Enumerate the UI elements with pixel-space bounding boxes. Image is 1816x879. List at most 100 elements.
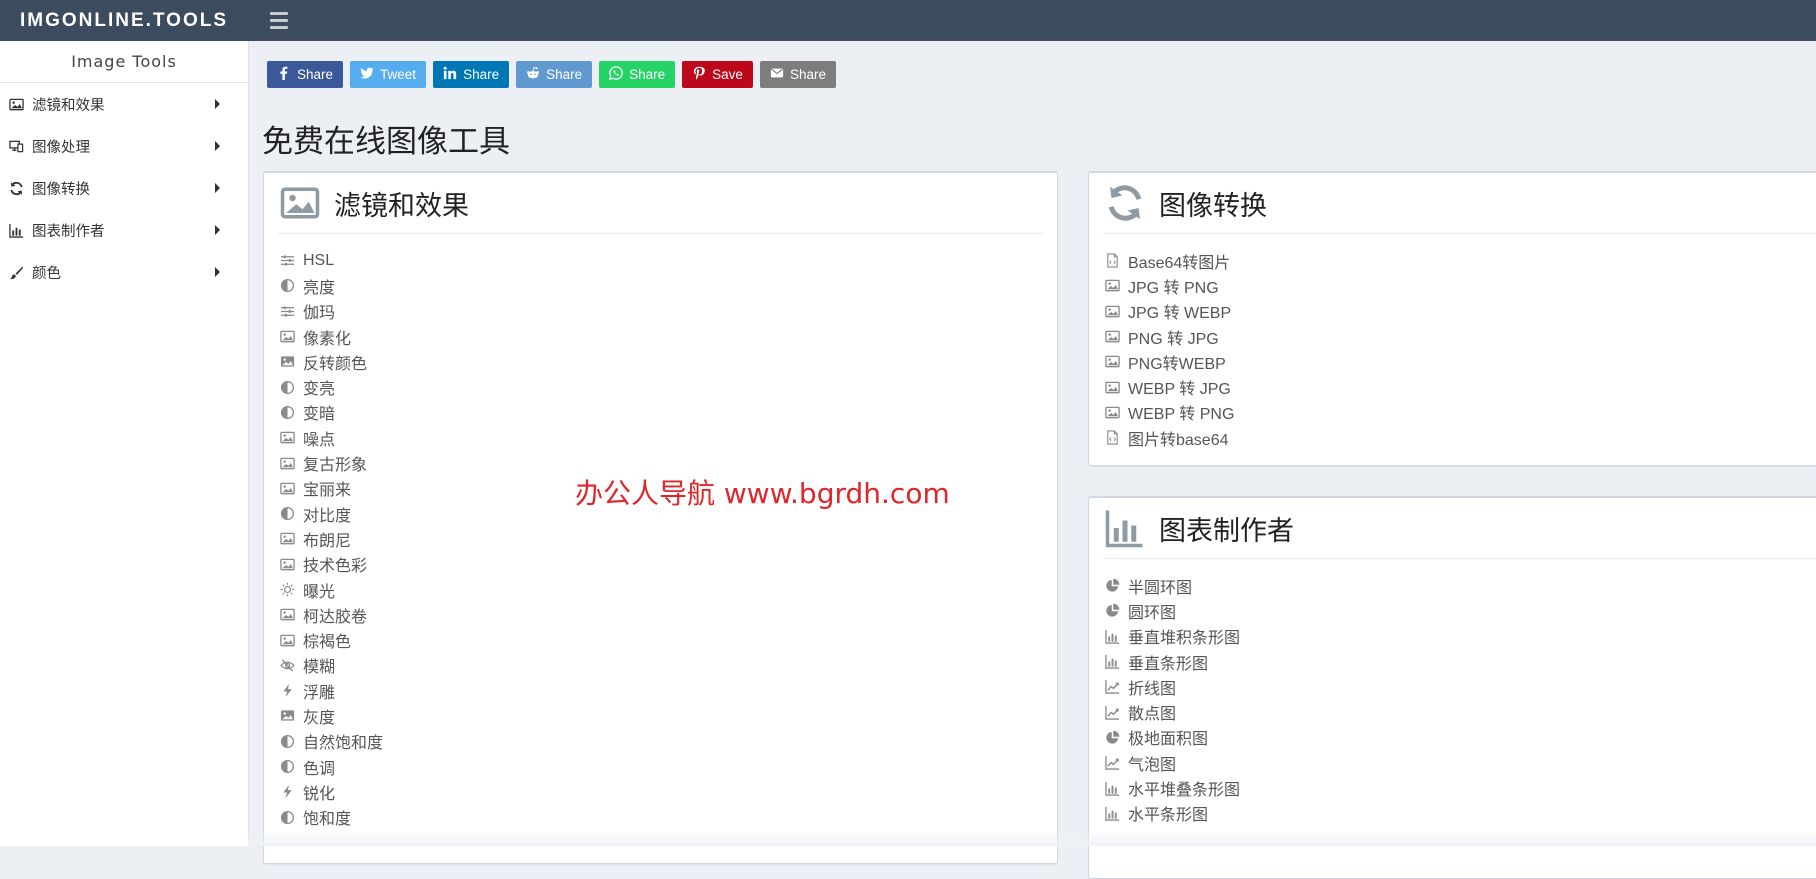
tool-link[interactable]: 半圆环图 — [1103, 573, 1816, 598]
tool-link[interactable]: 饱和度 — [278, 805, 1057, 830]
tool-link[interactable]: 模糊 — [278, 653, 1057, 678]
image-icon — [1103, 303, 1121, 319]
tool-link[interactable]: 水平条形图 — [1103, 801, 1816, 826]
tool-link-label: 布朗尼 — [303, 532, 352, 550]
tool-link-label: 亮度 — [303, 279, 336, 297]
tool-link[interactable]: 锐化 — [278, 779, 1057, 804]
tool-link[interactable]: 棕褐色 — [278, 627, 1057, 652]
tool-link-label: 噪点 — [303, 431, 336, 449]
tool-link-label: 技术色彩 — [303, 558, 368, 576]
share-button-email[interactable]: Share — [759, 61, 836, 88]
eye-slash-icon — [278, 657, 296, 673]
tool-link[interactable]: 布朗尼 — [278, 526, 1057, 551]
share-button-whatsapp[interactable]: Share — [599, 61, 676, 88]
sidebar-item-label: 颜色 — [32, 265, 61, 282]
image-icon — [278, 183, 322, 223]
tool-link[interactable]: 圆环图 — [1103, 598, 1816, 623]
tool-link-label: 圆环图 — [1128, 604, 1177, 622]
tool-link[interactable]: 伽玛 — [278, 299, 1057, 324]
tool-link[interactable]: 垂直堆积条形图 — [1103, 624, 1816, 649]
caret-right-icon — [215, 267, 220, 277]
tool-link-label: WEBP 转 PNG — [1128, 406, 1235, 424]
tool-link-label: 伽玛 — [303, 305, 336, 323]
filters-panel: 滤镜和效果 HSL 亮度 伽玛 像素化 反转颜色 变亮 变暗 噪点 复古形象 宝丽来 对比度 布朗尼技… — [263, 171, 1058, 864]
caret-right-icon — [215, 99, 220, 109]
sidebar-item-label: 图像处理 — [32, 139, 90, 156]
bottom-fade — [248, 832, 1816, 846]
image-icon — [1103, 278, 1121, 294]
tool-link[interactable]: HSL — [278, 248, 1057, 273]
tool-link[interactable]: 色调 — [278, 754, 1057, 779]
tool-link-label: 灰度 — [303, 709, 336, 727]
share-button-pinterest[interactable]: Save — [682, 61, 753, 88]
pie-chart-icon — [1103, 729, 1121, 745]
tool-link[interactable]: 图片转base64 — [1103, 425, 1816, 450]
sidebar-item-4[interactable]: 颜色 — [0, 251, 248, 293]
sidebar-item-3[interactable]: 图表制作者 — [0, 209, 248, 251]
tool-link[interactable]: 像素化 — [278, 324, 1057, 349]
tool-link[interactable]: PNG转WEBP — [1103, 349, 1816, 374]
share-button-reddit[interactable]: Share — [516, 61, 593, 88]
share-button-linkedin[interactable]: Share — [433, 61, 510, 88]
tool-link-label: 水平堆叠条形图 — [1128, 782, 1241, 800]
image-icon — [278, 556, 296, 572]
tool-link-label: 棕褐色 — [303, 634, 352, 652]
tool-link-label: 像素化 — [303, 330, 352, 348]
tool-link[interactable]: 极地面积图 — [1103, 725, 1816, 750]
tool-link[interactable]: Base64转图片 — [1103, 248, 1816, 273]
share-button-label: Share — [297, 67, 334, 82]
menu-toggle-icon[interactable] — [266, 7, 292, 33]
tool-link[interactable]: 亮度 — [278, 273, 1057, 298]
tool-link[interactable]: 曝光 — [278, 577, 1057, 602]
tool-link[interactable]: 自然饱和度 — [278, 729, 1057, 754]
sidebar-item-label: 图像转换 — [32, 181, 90, 198]
sliders-icon — [278, 303, 296, 319]
bar-chart-icon — [1103, 805, 1121, 821]
filters-list: HSL 亮度 伽玛 像素化 反转颜色 变亮 变暗 噪点 复古形象 宝丽来 对比度 布朗尼 技术色彩 曝光柯… — [264, 234, 1057, 830]
contrast-icon — [278, 404, 296, 420]
tool-link[interactable]: WEBP 转 JPG — [1103, 374, 1816, 399]
tool-link[interactable]: PNG 转 JPG — [1103, 324, 1816, 349]
tool-link[interactable]: JPG 转 WEBP — [1103, 299, 1816, 324]
sidebar-item-label: 图表制作者 — [32, 223, 105, 240]
sidebar-item-2[interactable]: 图像转换 — [0, 167, 248, 209]
image-icon — [278, 632, 296, 648]
tool-link[interactable]: 折线图 — [1103, 674, 1816, 699]
share-button-twitter[interactable]: Tweet — [350, 61, 427, 88]
tool-link[interactable]: 反转颜色 — [278, 349, 1057, 374]
tool-link-label: 自然饱和度 — [303, 735, 384, 753]
image-icon — [278, 607, 296, 623]
tool-link[interactable]: JPG 转 PNG — [1103, 273, 1816, 298]
sidebar-item-1[interactable]: 图像处理 — [0, 125, 248, 167]
tool-link[interactable]: 灰度 — [278, 703, 1057, 728]
tool-link[interactable]: 气泡图 — [1103, 750, 1816, 775]
tool-link[interactable]: 变暗 — [278, 400, 1057, 425]
tool-link-label: 垂直条形图 — [1128, 655, 1209, 673]
tool-link-label: 水平条形图 — [1128, 807, 1209, 825]
share-button-label: Share — [546, 67, 583, 82]
tool-link[interactable]: WEBP 转 PNG — [1103, 400, 1816, 425]
site-logo[interactable]: IMGONLINE.TOOLS — [0, 0, 248, 41]
contrast-icon — [278, 379, 296, 395]
tool-link[interactable]: 散点图 — [1103, 699, 1816, 724]
share-button-label: Share — [629, 67, 666, 82]
contrast-icon — [278, 733, 296, 749]
charts-panel: 图表制作者 半圆环图 圆环图 垂直堆积条形图 垂直条形图 折线图 散点图 极地面积图 气泡图水… — [1088, 496, 1816, 879]
image-icon — [1103, 404, 1121, 420]
tool-link[interactable]: 噪点 — [278, 425, 1057, 450]
tool-link[interactable]: 水平堆叠条形图 — [1103, 775, 1816, 800]
sidebar-item-0[interactable]: 滤镜和效果 — [0, 83, 248, 125]
tool-link[interactable]: 浮雕 — [278, 678, 1057, 703]
charts-list: 半圆环图圆环图垂直堆积条形图垂直条形图 折线图 散点图 极地面积图 气泡图水平堆叠条形图… — [1089, 559, 1816, 826]
line-chart-icon — [1103, 704, 1121, 720]
share-button-facebook[interactable]: Share — [267, 61, 344, 88]
contrast-icon — [278, 809, 296, 825]
tool-link[interactable]: 变亮 — [278, 374, 1057, 399]
sun-icon — [278, 582, 296, 598]
tool-link[interactable]: 技术色彩 — [278, 552, 1057, 577]
tool-link[interactable]: 垂直条形图 — [1103, 649, 1816, 674]
tool-link[interactable]: 柯达胶卷 — [278, 602, 1057, 627]
image-icon — [1103, 329, 1121, 345]
caret-right-icon — [215, 141, 220, 151]
caret-right-icon — [215, 183, 220, 193]
